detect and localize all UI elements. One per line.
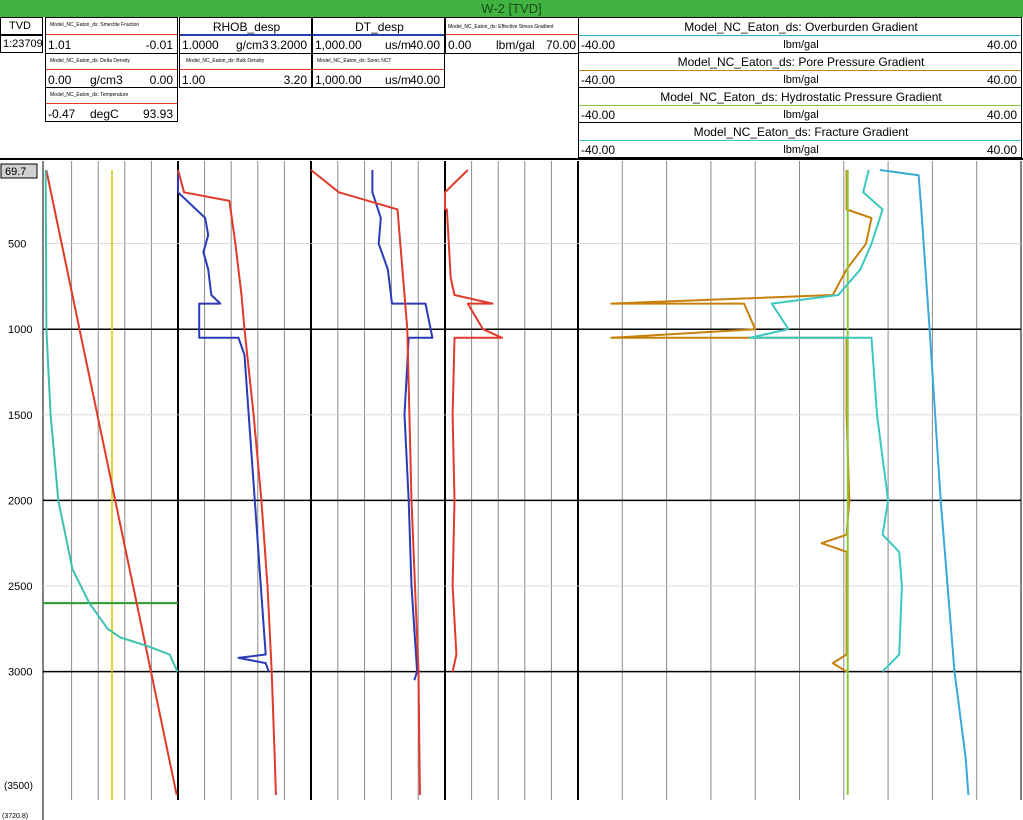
bottom-depth-marker: (3500) — [4, 781, 33, 792]
depth-tick-label: 1500 — [8, 410, 32, 422]
depth-tick-label: 1000 — [8, 324, 32, 336]
depth-tick-label: 3000 — [8, 667, 32, 679]
log-plot[interactable]: 500 1000 1500 2000 2500 3000 69.7 (3500) (3720.8… — [0, 0, 1023, 820]
last-depth-label: (3720.8) — [2, 813, 28, 820]
depth-tick-label: 500 — [8, 239, 26, 251]
well-log-viewer: W-2 [TVD] TVD 1:23709 Model_NC_Eaton_ds:… — [0, 0, 1023, 820]
depth-tick-label: 2000 — [8, 495, 32, 507]
depth-tick-label: 2500 — [8, 581, 32, 593]
top-depth-label: 69.7 — [5, 166, 26, 178]
plot-background — [0, 161, 1023, 820]
